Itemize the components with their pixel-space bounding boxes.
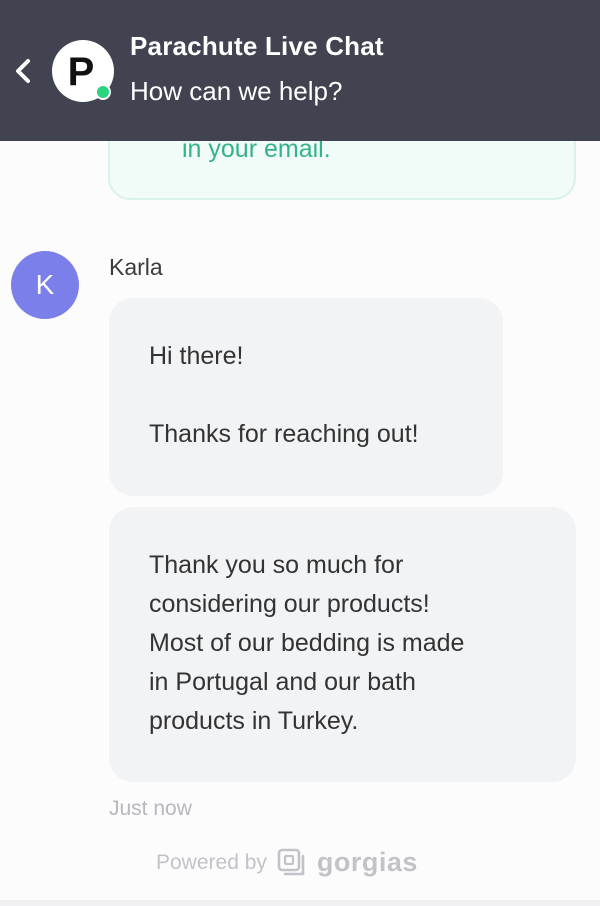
logo-letter: P <box>67 50 95 94</box>
online-status-dot <box>95 84 111 100</box>
avatar-initial: K <box>35 269 55 300</box>
message-line: Thanks for reaching out! <box>149 420 419 448</box>
message-line: considering our products! <box>149 590 430 618</box>
message-bubble: Thank you so much for considering our pr… <box>109 507 576 782</box>
message-line: in Portugal and our bath <box>149 668 416 696</box>
powered-by-label: Powered by <box>156 850 267 874</box>
chat-screen: P Parachute Live Chat How can we help? i… <box>0 0 600 906</box>
chat-header: P Parachute Live Chat How can we help? <box>0 0 600 141</box>
message-line: Thank you so much for <box>149 551 404 579</box>
chat-title: Parachute Live Chat <box>130 31 384 61</box>
agent-name: Karla <box>109 254 163 280</box>
chat-subtitle: How can we help? <box>130 76 343 106</box>
brand-name: gorgias <box>316 847 418 877</box>
message-line: Most of our bedding is made <box>149 629 465 657</box>
agent-avatar: K <box>11 251 79 319</box>
gorgias-logo-icon <box>277 848 305 875</box>
message-timestamp: Just now <box>109 797 192 820</box>
powered-by-link[interactable]: Powered by gorgias <box>156 847 418 878</box>
message-line-spacer <box>149 376 503 415</box>
back-button[interactable] <box>8 52 38 90</box>
message-line: products in Turkey. <box>149 707 359 735</box>
footer-divider <box>0 900 600 906</box>
message-bubble: Hi there! Thanks for reaching out! <box>109 298 503 496</box>
message-line: Hi there! <box>149 342 244 370</box>
chevron-left-icon <box>16 59 30 83</box>
